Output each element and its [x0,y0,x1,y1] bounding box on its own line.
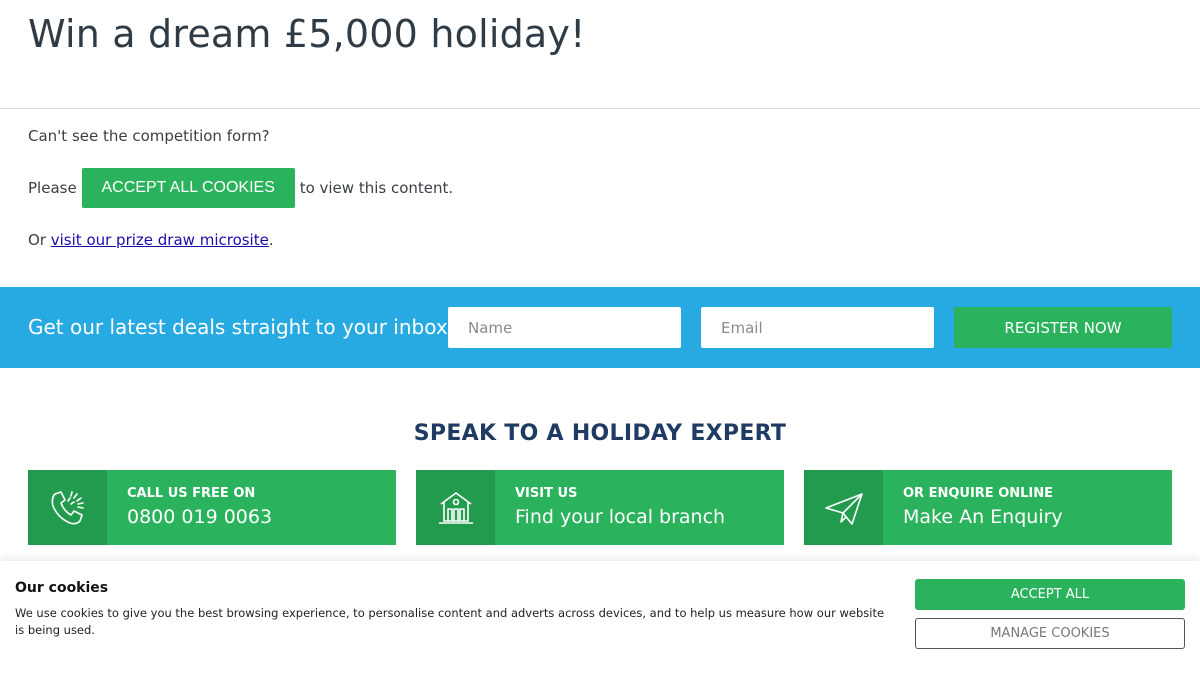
enquire-online-label: OR ENQUIRE ONLINE [903,486,1054,501]
email-input[interactable] [701,307,934,348]
microsite-notice: Or visit our prize draw microsite. [28,231,274,249]
phone-number: 0800 019 0063 [127,506,273,528]
cookie-banner: Our cookies We use cookies to give you t… [0,561,1200,675]
visit-us-card[interactable]: VISIT US Find your local branch [416,470,784,545]
divider [0,108,1200,109]
accept-all-cookies-button[interactable]: ACCEPT ALL COOKIES [81,168,295,208]
phone-icon [28,470,107,545]
paper-plane-icon [804,470,883,545]
enquire-online-card[interactable]: OR ENQUIRE ONLINE Make An Enquiry [804,470,1172,545]
cookie-banner-text: We use cookies to give you the best brow… [15,606,885,637]
competition-form-notice: Can't see the competition form? [28,127,270,145]
newsletter-title: Get our latest deals straight to your in… [28,315,448,339]
branch-building-icon [416,470,495,545]
register-now-button[interactable]: REGISTER NOW [954,307,1172,348]
to-view-text: to view this content. [299,179,454,197]
please-text: Please [28,179,77,197]
page-title: Win a dream £5,000 holiday! [28,12,586,56]
make-enquiry-link: Make An Enquiry [903,506,1063,528]
cookie-consent-prompt: Please ACCEPT ALL COOKIES to view this c… [28,168,453,208]
call-us-label: CALL US FREE ON [127,486,256,501]
period-text: . [268,231,274,249]
cookie-banner-title: Our cookies [15,580,109,596]
prize-draw-microsite-link[interactable]: visit our prize draw microsite [51,231,269,249]
call-us-card[interactable]: CALL US FREE ON 0800 019 0063 [28,470,396,545]
manage-cookies-button[interactable]: MANAGE COOKIES [915,618,1185,649]
or-text: Or [28,231,46,249]
visit-us-label: VISIT US [515,486,578,501]
name-input[interactable] [448,307,681,348]
find-branch-link: Find your local branch [515,506,726,528]
holiday-expert-heading: SPEAK TO A HOLIDAY EXPERT [413,421,787,446]
newsletter-banner: Get our latest deals straight to your in… [0,287,1200,368]
accept-all-button[interactable]: ACCEPT ALL [915,579,1185,610]
